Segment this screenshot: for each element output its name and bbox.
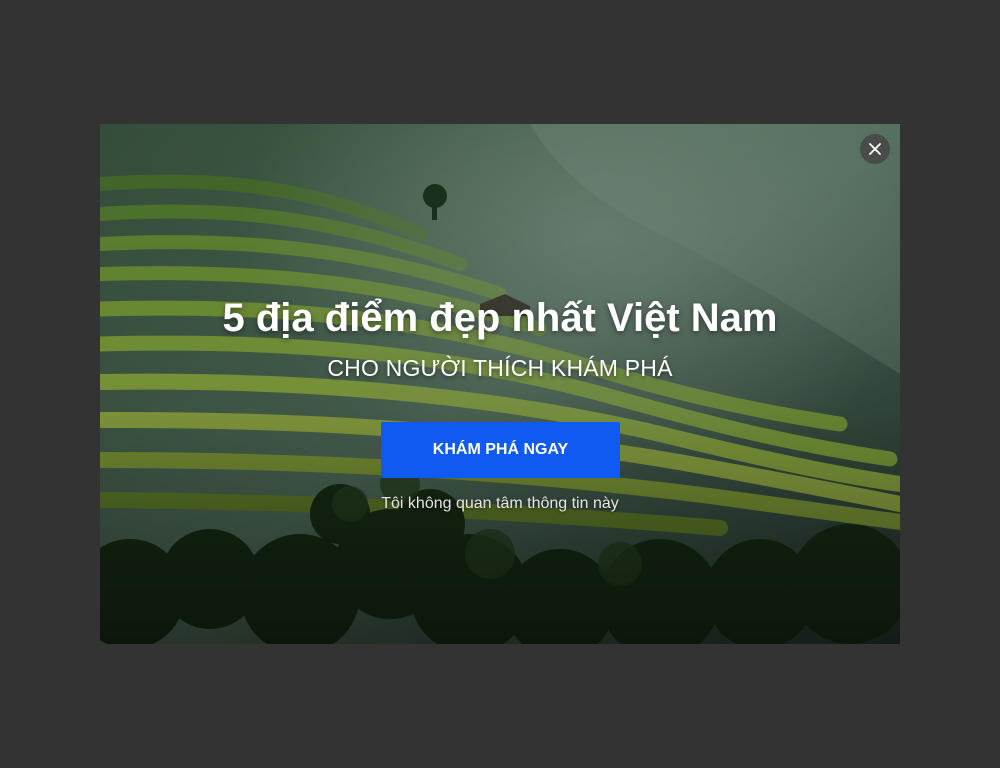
- close-button[interactable]: [860, 134, 890, 164]
- modal-title: 5 địa điểm đẹp nhất Việt Nam: [222, 296, 778, 340]
- explore-now-button[interactable]: KHÁM PHÁ NGAY: [381, 422, 620, 478]
- close-icon: [869, 143, 881, 155]
- modal-content: 5 địa điểm đẹp nhất Việt Nam CHO NGƯỜI T…: [100, 124, 900, 644]
- modal-subtitle: CHO NGƯỜI THÍCH KHÁM PHÁ: [327, 355, 673, 381]
- promo-modal: 5 địa điểm đẹp nhất Việt Nam CHO NGƯỜI T…: [100, 124, 900, 644]
- not-interested-link[interactable]: Tôi không quan tâm thông tin này: [100, 495, 900, 513]
